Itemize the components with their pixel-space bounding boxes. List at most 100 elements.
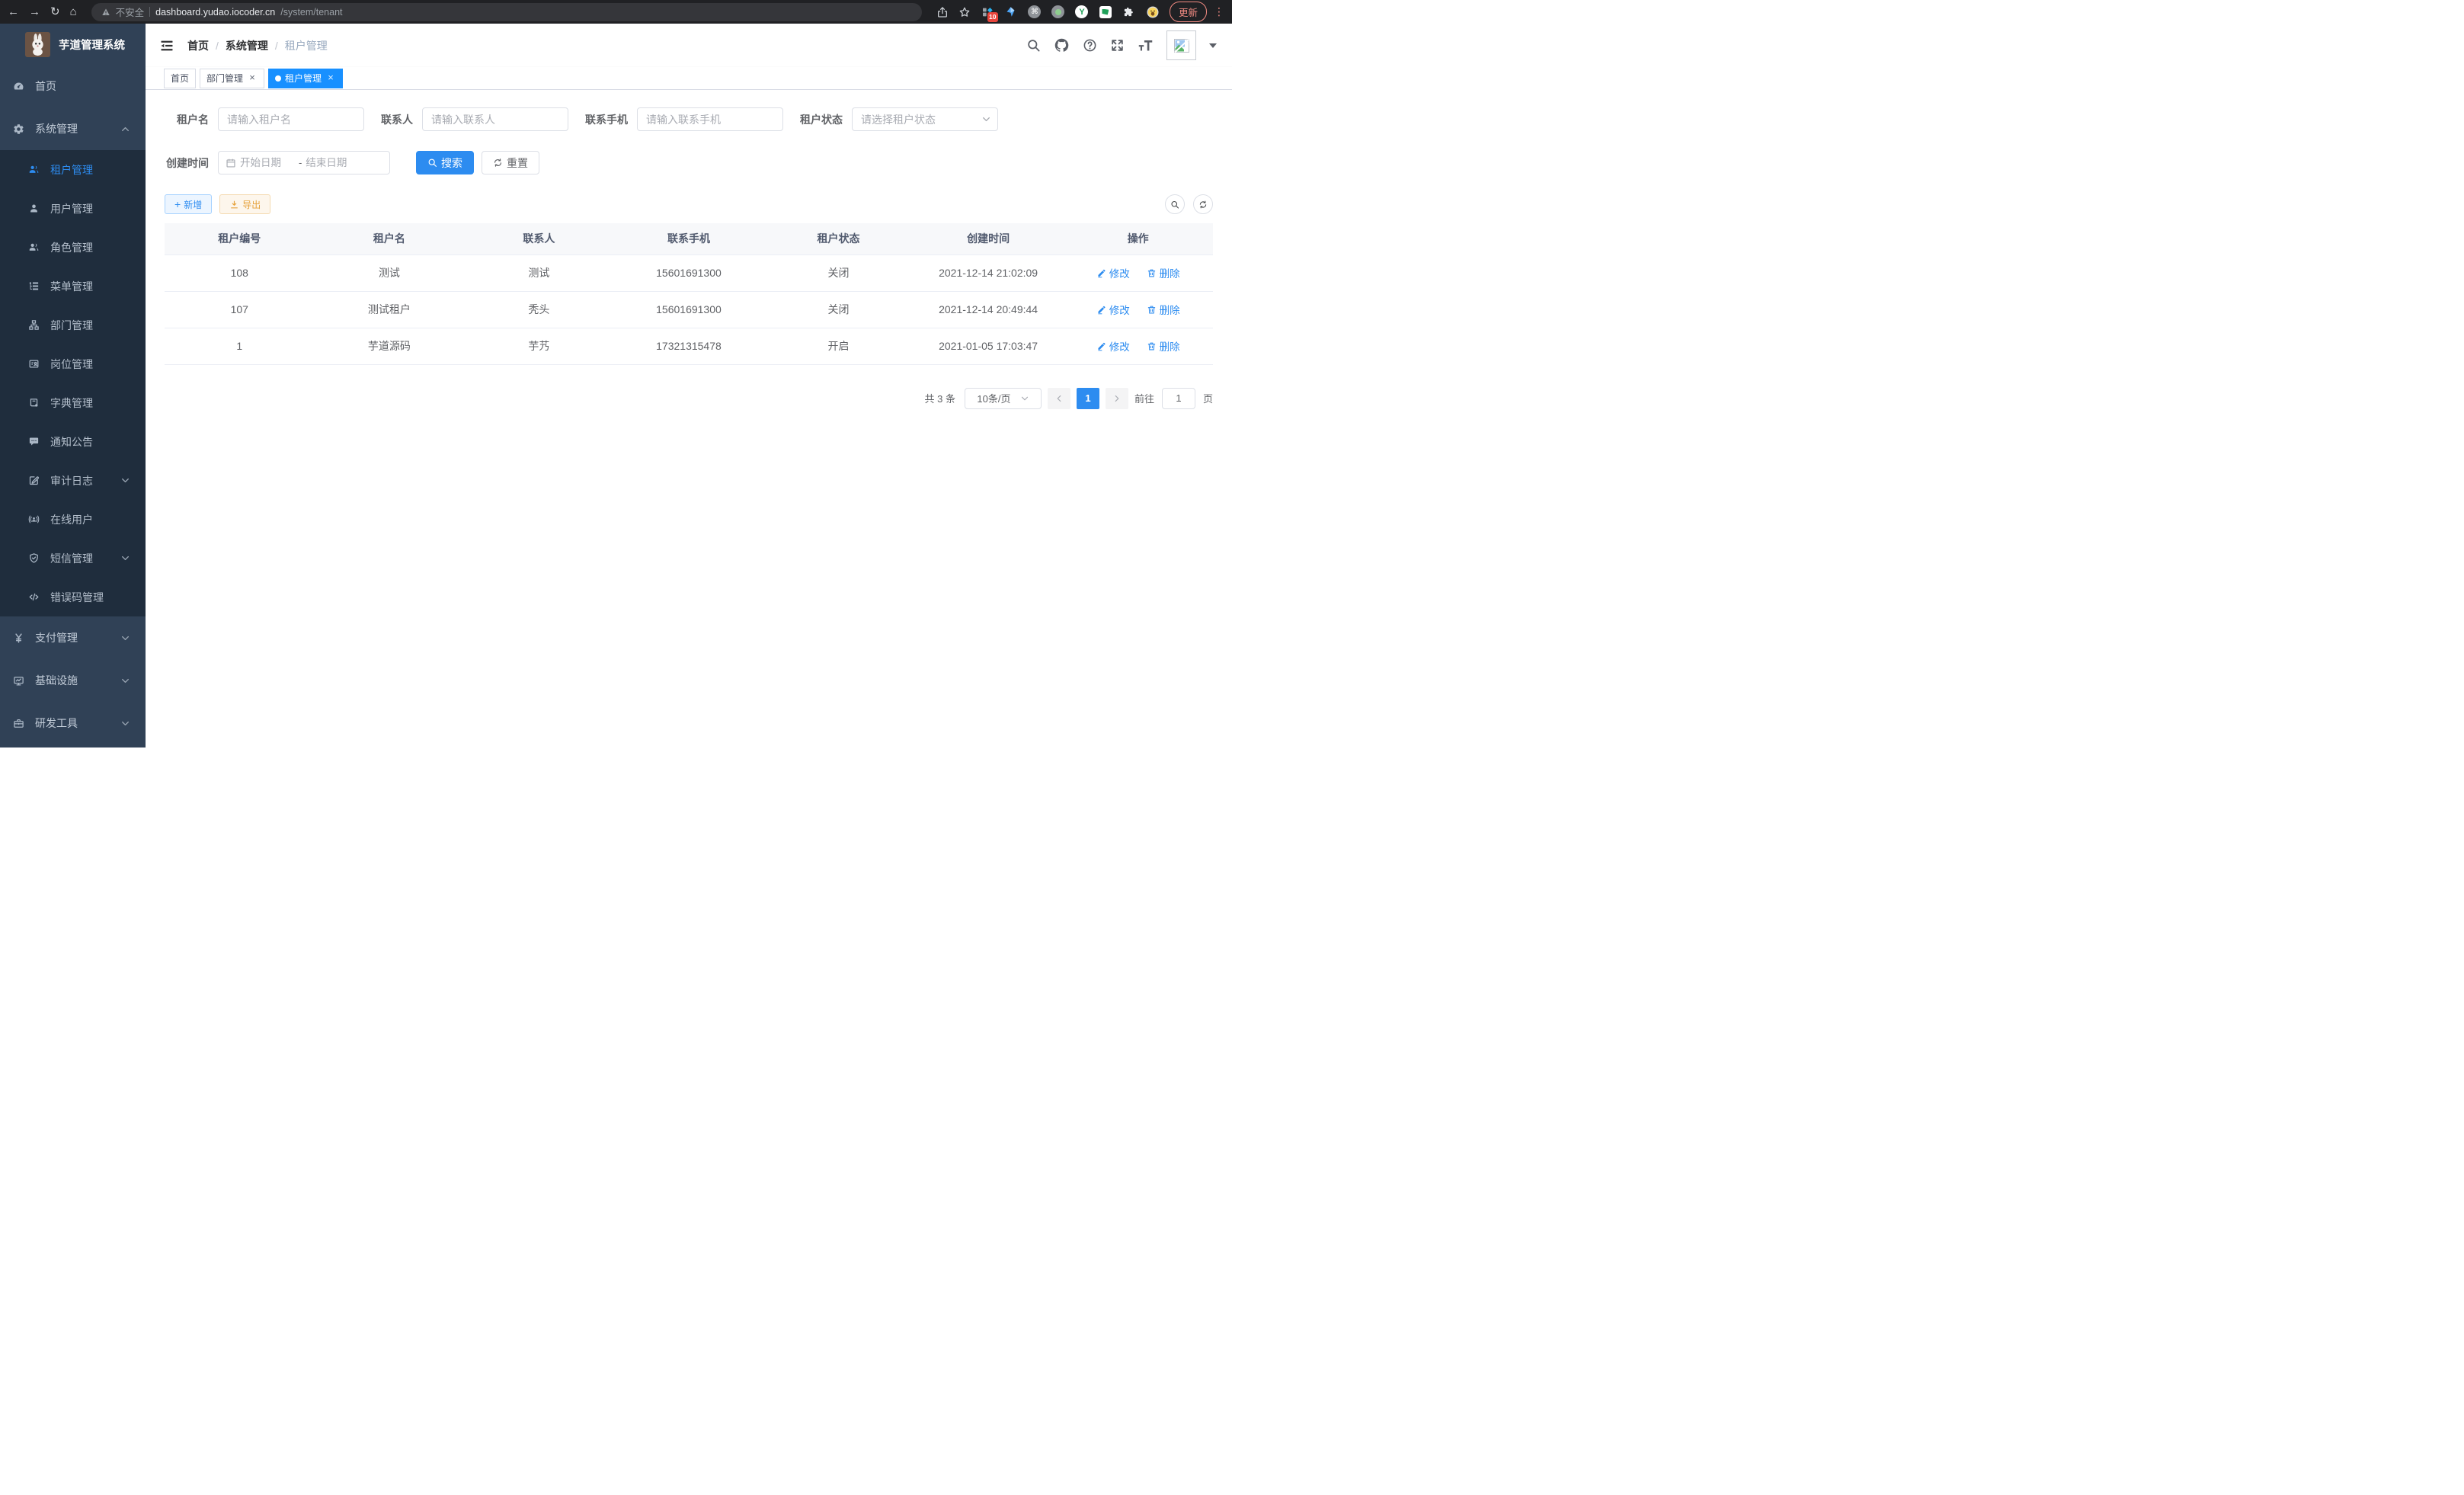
cell-created: 2021-01-05 17:03:47 xyxy=(914,328,1064,364)
start-date-input[interactable] xyxy=(240,157,295,168)
reset-button[interactable]: 重置 xyxy=(482,151,539,174)
menu-item-icon xyxy=(28,319,40,331)
font-size-icon[interactable] xyxy=(1138,37,1154,53)
refresh-table-button[interactable] xyxy=(1193,194,1213,214)
reload-icon[interactable]: ↻ xyxy=(50,6,60,18)
extension-y-icon[interactable]: Y xyxy=(1075,5,1089,19)
edit-pencil-icon xyxy=(1096,341,1106,351)
goto-page-input[interactable] xyxy=(1162,388,1195,409)
user-dropdown-caret-icon[interactable] xyxy=(1209,43,1217,48)
table-body: 108 测试 测试 15601691300 关闭 2021-12-14 21:0… xyxy=(165,255,1213,364)
date-range-picker[interactable]: - xyxy=(218,151,390,174)
sidebar-collapse-icon[interactable] xyxy=(159,38,174,53)
avatar[interactable] xyxy=(1166,30,1196,60)
cell-contact: 芋艿 xyxy=(464,328,614,364)
sidebar-menu-item[interactable]: 字典管理 xyxy=(0,383,146,422)
share-icon[interactable] xyxy=(936,6,949,18)
edit-link[interactable]: 修改 xyxy=(1096,338,1130,354)
cell-status: 关闭 xyxy=(763,255,914,291)
total-count: 共 3 条 xyxy=(925,391,955,405)
breadcrumb-item[interactable]: 首页 xyxy=(187,38,209,53)
tag-close-icon[interactable]: × xyxy=(325,73,336,84)
table-row: 107 测试租户 秃头 15601691300 关闭 2021-12-14 20… xyxy=(165,291,1213,328)
edit-link[interactable]: 修改 xyxy=(1096,302,1130,317)
add-button[interactable]: + 新增 xyxy=(165,194,212,214)
extension-command-icon[interactable]: ⌘ xyxy=(1028,5,1042,19)
filter-row-1: 租户名 联系人 联系手机 租户状态 xyxy=(165,107,1213,131)
filter-create-time: 创建时间 - xyxy=(165,151,390,174)
page-size-select[interactable]: 10条/页 xyxy=(965,388,1042,409)
breadcrumb-item[interactable]: 租户管理 xyxy=(268,38,328,53)
menu-item-label: 研发工具 xyxy=(35,715,78,731)
page-1-button[interactable]: 1 xyxy=(1077,388,1099,409)
sidebar-menu-item[interactable]: 支付管理 xyxy=(0,616,146,659)
sidebar-menu-item[interactable]: 短信管理 xyxy=(0,539,146,578)
extension-kite-icon[interactable] xyxy=(1004,5,1018,19)
edit-link[interactable]: 修改 xyxy=(1096,265,1130,280)
cell-contact: 秃头 xyxy=(464,291,614,328)
fullscreen-icon[interactable] xyxy=(1110,38,1125,53)
home-icon[interactable]: ⌂ xyxy=(70,6,77,18)
profile-avatar-icon[interactable] xyxy=(1146,5,1160,19)
help-icon[interactable] xyxy=(1083,38,1097,53)
mobile-input[interactable] xyxy=(637,107,783,131)
delete-link[interactable]: 删除 xyxy=(1147,265,1180,280)
sidebar-menu-item[interactable]: 租户管理 xyxy=(0,150,146,189)
extensions-puzzle-icon[interactable] xyxy=(1122,5,1136,19)
export-button[interactable]: 导出 xyxy=(219,194,270,214)
breadcrumb: 首页系统管理租户管理 xyxy=(187,38,328,53)
delete-link[interactable]: 删除 xyxy=(1147,338,1180,354)
chrome-update-button[interactable]: 更新 xyxy=(1170,2,1207,22)
sidebar-menu-item[interactable]: 通知公告 xyxy=(0,422,146,461)
end-date-input[interactable] xyxy=(306,157,360,168)
back-icon[interactable]: ← xyxy=(8,6,19,18)
add-button-label: 新增 xyxy=(184,198,202,211)
view-tag[interactable]: 租户管理 × xyxy=(268,69,343,88)
search-icon[interactable] xyxy=(1026,38,1041,53)
prev-page-button[interactable] xyxy=(1048,388,1070,409)
sidebar-menu-item[interactable]: 菜单管理 xyxy=(0,267,146,306)
sidebar-menu-item[interactable]: 部门管理 xyxy=(0,306,146,344)
tag-label: 部门管理 xyxy=(206,72,243,85)
pagination: 共 3 条 10条/页 1 前往 页 xyxy=(165,388,1213,409)
menu-item-icon xyxy=(13,81,24,92)
sidebar-menu-item[interactable]: 在线用户 xyxy=(0,500,146,539)
address-bar[interactable]: 不安全 dashboard.yudao.iocoder.cn /system/t… xyxy=(91,3,922,21)
sidebar-menu-item[interactable]: 岗位管理 xyxy=(0,344,146,383)
tenant-name-input[interactable] xyxy=(218,107,364,131)
menu-item-label: 租户管理 xyxy=(50,162,93,178)
sidebar-menu-item[interactable]: 基础设施 xyxy=(0,659,146,702)
delete-link[interactable]: 删除 xyxy=(1147,302,1180,317)
github-icon[interactable] xyxy=(1054,37,1070,53)
tag-close-icon[interactable]: × xyxy=(247,73,258,84)
sidebar-menu-item[interactable]: 系统管理 xyxy=(0,107,146,150)
search-button[interactable]: 搜索 xyxy=(416,151,474,174)
sidebar-menu-item[interactable]: 用户管理 xyxy=(0,189,146,228)
sidebar-menu-item[interactable]: 首页 xyxy=(0,65,146,107)
breadcrumb-item[interactable]: 系统管理 xyxy=(209,38,268,53)
app-logo[interactable]: 芋道管理系统 xyxy=(0,24,146,65)
url-host: dashboard.yudao.iocoder.cn xyxy=(155,7,275,18)
tags-view-bar: 首页 部门管理 × 租户管理 × xyxy=(146,67,1232,90)
sidebar-menu-item[interactable]: 错误码管理 xyxy=(0,578,146,616)
cell-tenant-name: 测试租户 xyxy=(315,291,465,328)
extension-chat-icon[interactable] xyxy=(1099,5,1112,19)
sidebar: 芋道管理系统 首页 系统管理 xyxy=(0,24,146,748)
toggle-search-button[interactable] xyxy=(1165,194,1185,214)
page-content: 租户名 联系人 联系手机 租户状态 xyxy=(146,90,1232,748)
forward-icon[interactable]: → xyxy=(29,6,40,18)
chevron-icon xyxy=(120,553,130,563)
bookmark-star-icon[interactable] xyxy=(958,6,971,18)
sidebar-menu-item[interactable]: 审计日志 xyxy=(0,461,146,500)
sidebar-menu-item[interactable]: 研发工具 xyxy=(0,702,146,744)
browser-menu-kebab-icon[interactable]: ⋮ xyxy=(1214,5,1224,18)
column-header: 租户名 xyxy=(315,223,465,255)
contact-input[interactable] xyxy=(422,107,568,131)
next-page-button[interactable] xyxy=(1106,388,1128,409)
view-tag[interactable]: 首页 xyxy=(164,69,196,88)
extension-recorder-icon[interactable] xyxy=(1051,5,1065,19)
view-tag[interactable]: 部门管理 × xyxy=(200,69,264,88)
extension-tab-manager-icon[interactable]: 10 xyxy=(981,5,994,19)
status-select[interactable] xyxy=(852,107,998,131)
sidebar-menu-item[interactable]: 角色管理 xyxy=(0,228,146,267)
